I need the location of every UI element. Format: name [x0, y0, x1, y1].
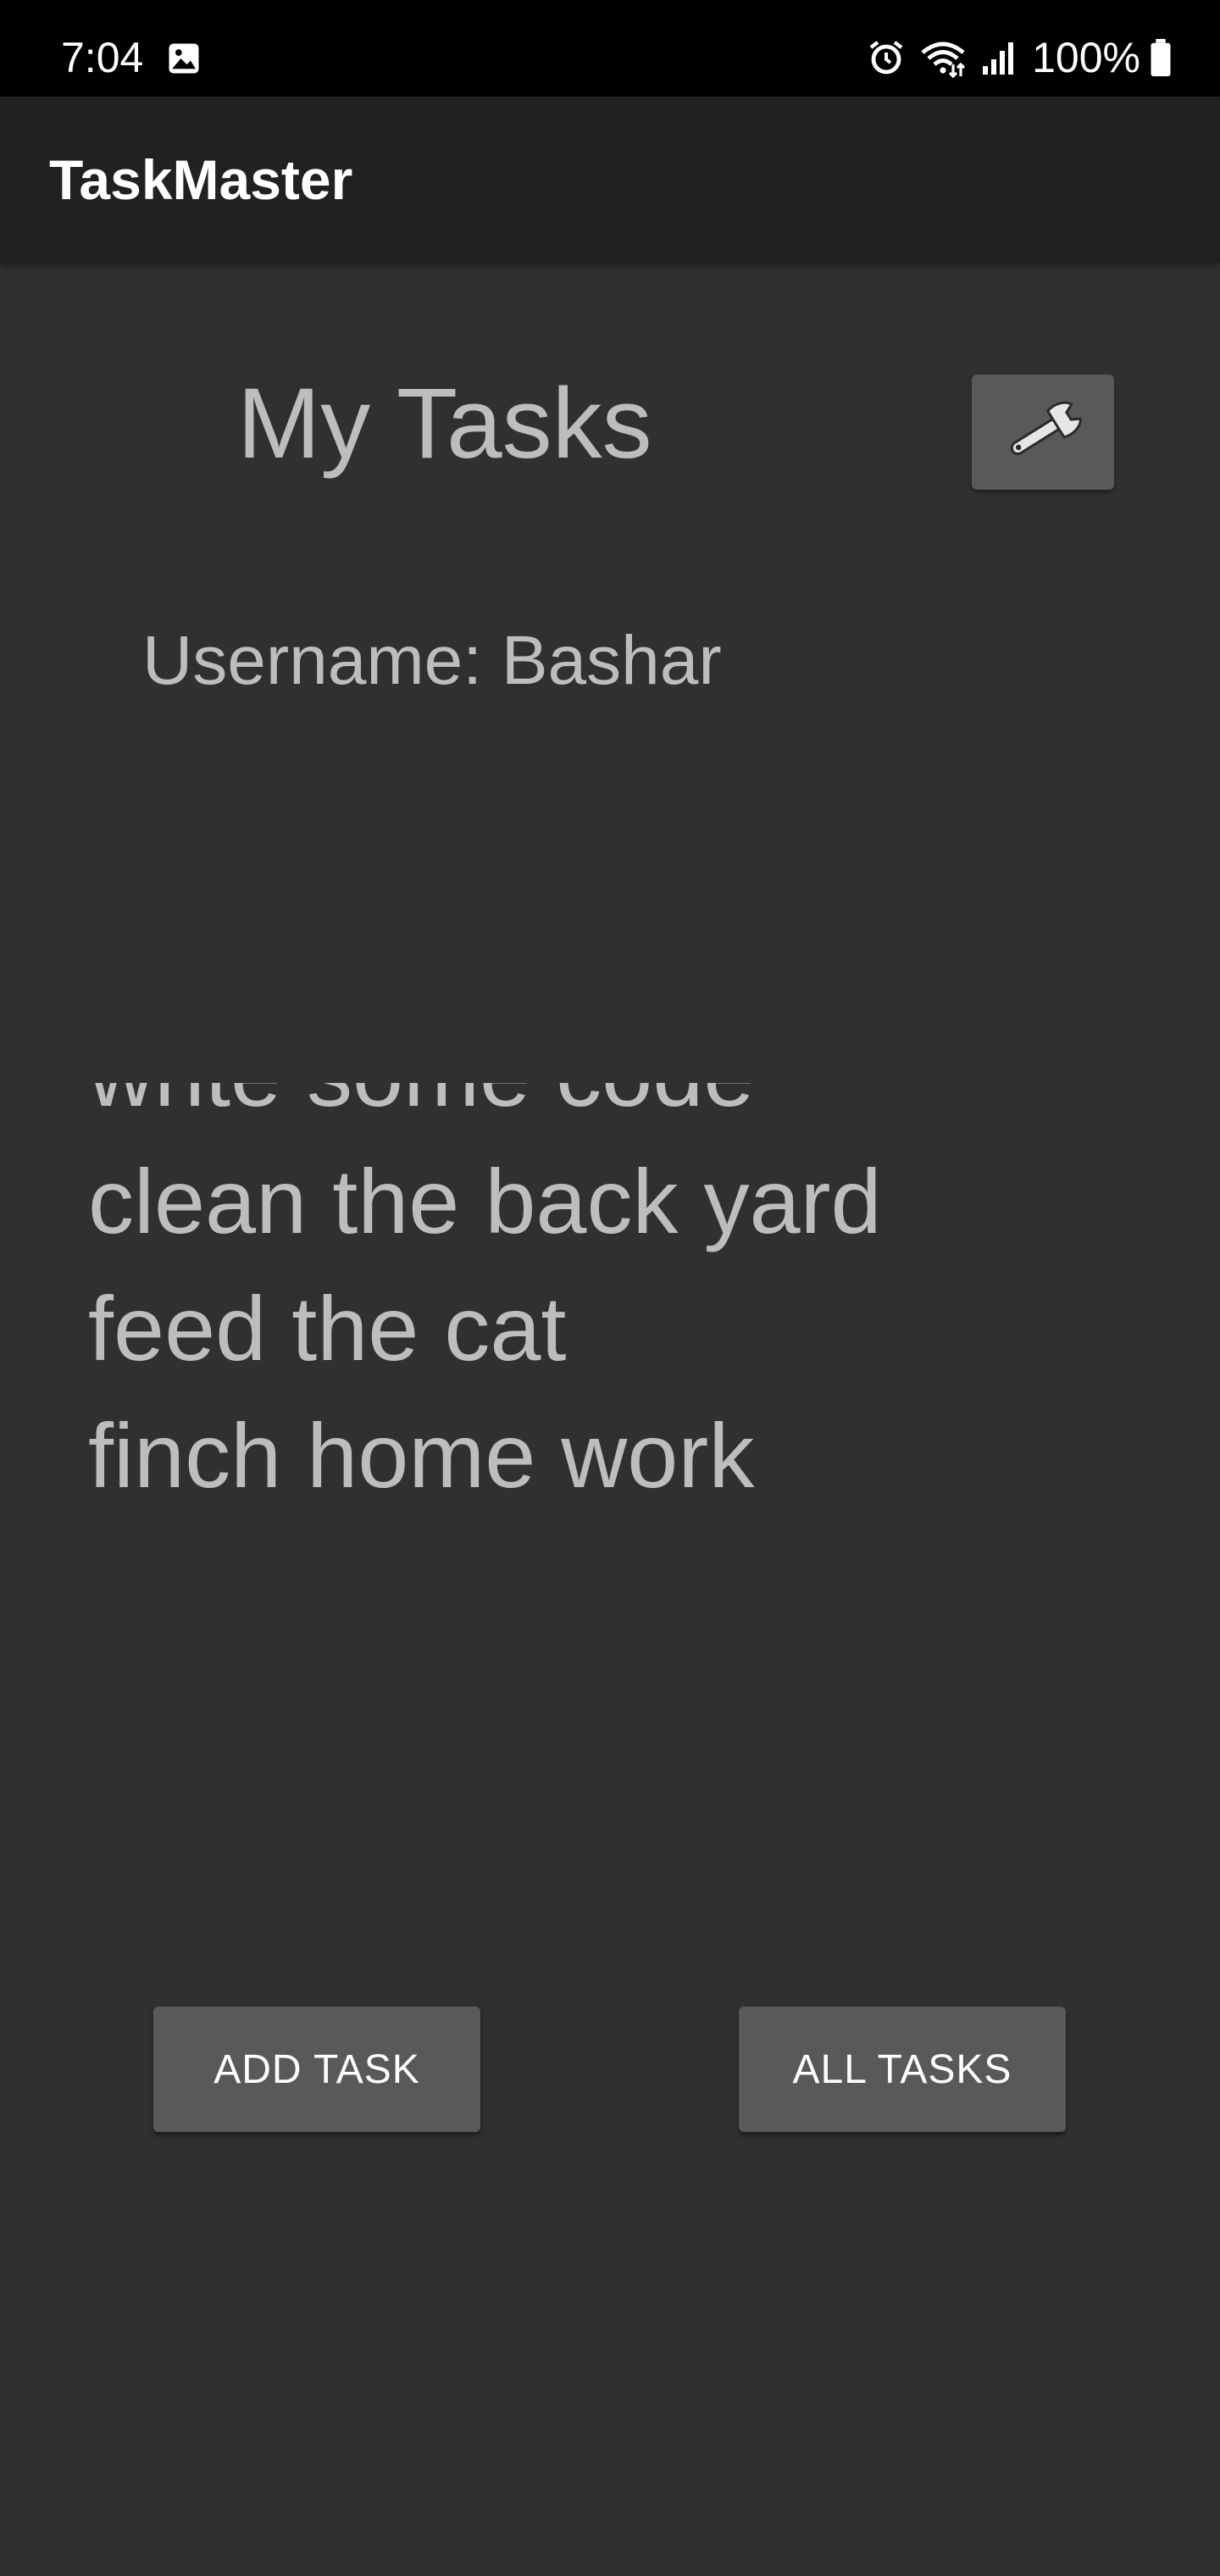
wifi-icon: [921, 42, 966, 78]
task-item[interactable]: clean the back yard: [88, 1138, 1105, 1265]
settings-button[interactable]: [972, 375, 1114, 490]
alarm-icon: [869, 41, 903, 75]
task-item[interactable]: write some code: [88, 1083, 1105, 1138]
screen: 7:04 100% TaskMaster My Tasks Username: …: [0, 0, 1220, 2576]
gallery-icon: [169, 43, 199, 74]
signal-icon: [983, 42, 1014, 75]
app-title: TaskMaster: [49, 148, 353, 211]
task-item[interactable]: feed the cat: [88, 1265, 1105, 1392]
status-bar: 7:04 100%: [0, 0, 1220, 97]
page-title: My Tasks: [237, 368, 652, 480]
app-bar: TaskMaster: [0, 97, 1220, 263]
battery-icon: [1151, 38, 1171, 77]
task-list[interactable]: write some code clean the back yard feed…: [88, 1083, 1105, 1557]
battery-percentage: 100%: [1032, 34, 1140, 81]
all-tasks-button[interactable]: ALL TASKS: [739, 2007, 1066, 2132]
status-icons: 100%: [866, 25, 1173, 90]
username-label: Username: Bashar: [142, 622, 722, 699]
task-item[interactable]: finch home work: [88, 1392, 1105, 1519]
status-time: 7:04: [61, 34, 144, 81]
add-task-button[interactable]: ADD TASK: [153, 2007, 480, 2132]
wrench-icon: [1010, 401, 1082, 456]
